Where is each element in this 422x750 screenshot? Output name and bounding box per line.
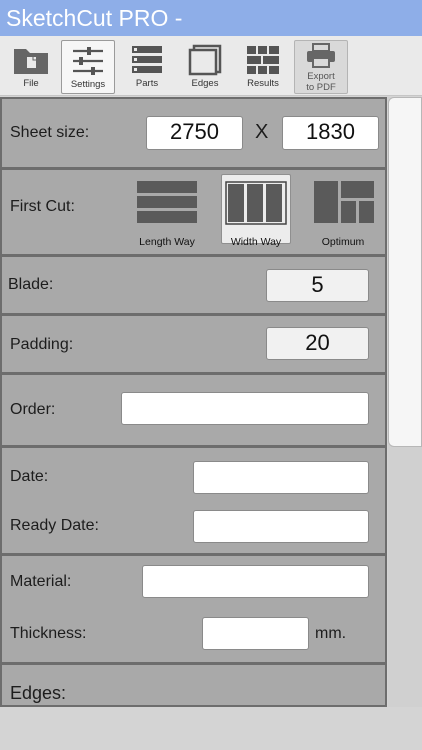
folder-icon <box>14 49 48 74</box>
first-cut-label: First Cut: <box>10 198 75 215</box>
edges-section: Edges: <box>2 665 385 705</box>
app-title-bar: SketchCut PRO - <box>0 0 422 36</box>
results-icon <box>247 46 279 74</box>
ready-date-field[interactable] <box>193 510 369 543</box>
parts-icon <box>132 46 162 73</box>
sheet-height-field[interactable]: 1830 <box>282 116 379 150</box>
toolbar-results-label: Results <box>247 78 279 89</box>
thickness-unit: mm. <box>315 625 347 642</box>
thickness-field[interactable] <box>202 617 309 650</box>
sliders-icon <box>73 47 103 75</box>
edges-label: Edges: <box>10 683 67 703</box>
material-field[interactable] <box>142 565 369 598</box>
width-way-option[interactable] <box>221 174 291 244</box>
blade-field[interactable]: 5 <box>266 269 369 302</box>
order-field[interactable] <box>121 392 369 425</box>
optimum-option[interactable] <box>309 174 379 244</box>
thickness-label: Thickness: <box>10 625 87 642</box>
padding-section: Padding: 20 <box>2 316 385 375</box>
printer-icon <box>307 43 335 68</box>
scrollbar-thumb[interactable] <box>388 97 422 447</box>
material-section: Material: Thickness: mm. <box>2 556 385 665</box>
length-way-label: Length Way <box>139 236 195 248</box>
toolbar: File Settings Parts Edges Results Export… <box>0 36 422 96</box>
bottom-bar <box>0 707 422 750</box>
toolbar-file-button[interactable]: File <box>4 40 58 94</box>
toolbar-file-label: File <box>23 78 39 89</box>
width-way-label: Width Way <box>230 236 282 248</box>
sheet-width-field[interactable]: 2750 <box>146 116 243 150</box>
sheet-size-label: Sheet size: <box>10 124 90 141</box>
dates-section: Date: Ready Date: <box>2 448 385 556</box>
blade-label: Blade: <box>8 276 54 293</box>
toolbar-settings-label: Settings <box>70 79 106 90</box>
toolbar-settings-button[interactable]: Settings <box>61 40 115 94</box>
sheet-size-separator: X <box>255 121 269 143</box>
material-label: Material: <box>10 573 72 590</box>
ready-date-label: Ready Date: <box>10 517 99 534</box>
app-title: SketchCut PRO - <box>6 5 183 31</box>
order-section: Order: <box>2 375 385 448</box>
width-way-icon <box>225 181 287 225</box>
length-way-icon <box>137 181 197 223</box>
edges-icon <box>188 44 222 76</box>
length-way-option[interactable] <box>132 174 202 244</box>
optimum-label: Optimum <box>321 236 365 248</box>
padding-field[interactable]: 20 <box>266 327 369 360</box>
toolbar-results-button[interactable]: Results <box>236 40 290 94</box>
toolbar-parts-button[interactable]: Parts <box>120 40 174 94</box>
toolbar-export-pdf-button[interactable]: Export to PDF <box>294 40 348 94</box>
toolbar-edges-label: Edges <box>191 78 219 89</box>
settings-panel: Sheet size: 2750 X 1830 First Cut: Lengt… <box>0 97 387 707</box>
toolbar-edges-button[interactable]: Edges <box>178 40 232 94</box>
date-label: Date: <box>10 468 49 485</box>
blade-section: Blade: 5 <box>2 257 385 316</box>
date-field[interactable] <box>193 461 369 494</box>
first-cut-section: First Cut: Length Way Width Way Optimum <box>2 170 385 257</box>
order-label: Order: <box>10 401 56 418</box>
toolbar-parts-label: Parts <box>135 78 159 89</box>
toolbar-export-pdf-label: Export to PDF <box>306 71 336 93</box>
padding-label: Padding: <box>10 336 74 353</box>
optimum-icon <box>314 181 374 223</box>
sheet-size-section: Sheet size: 2750 X 1830 <box>2 99 385 170</box>
